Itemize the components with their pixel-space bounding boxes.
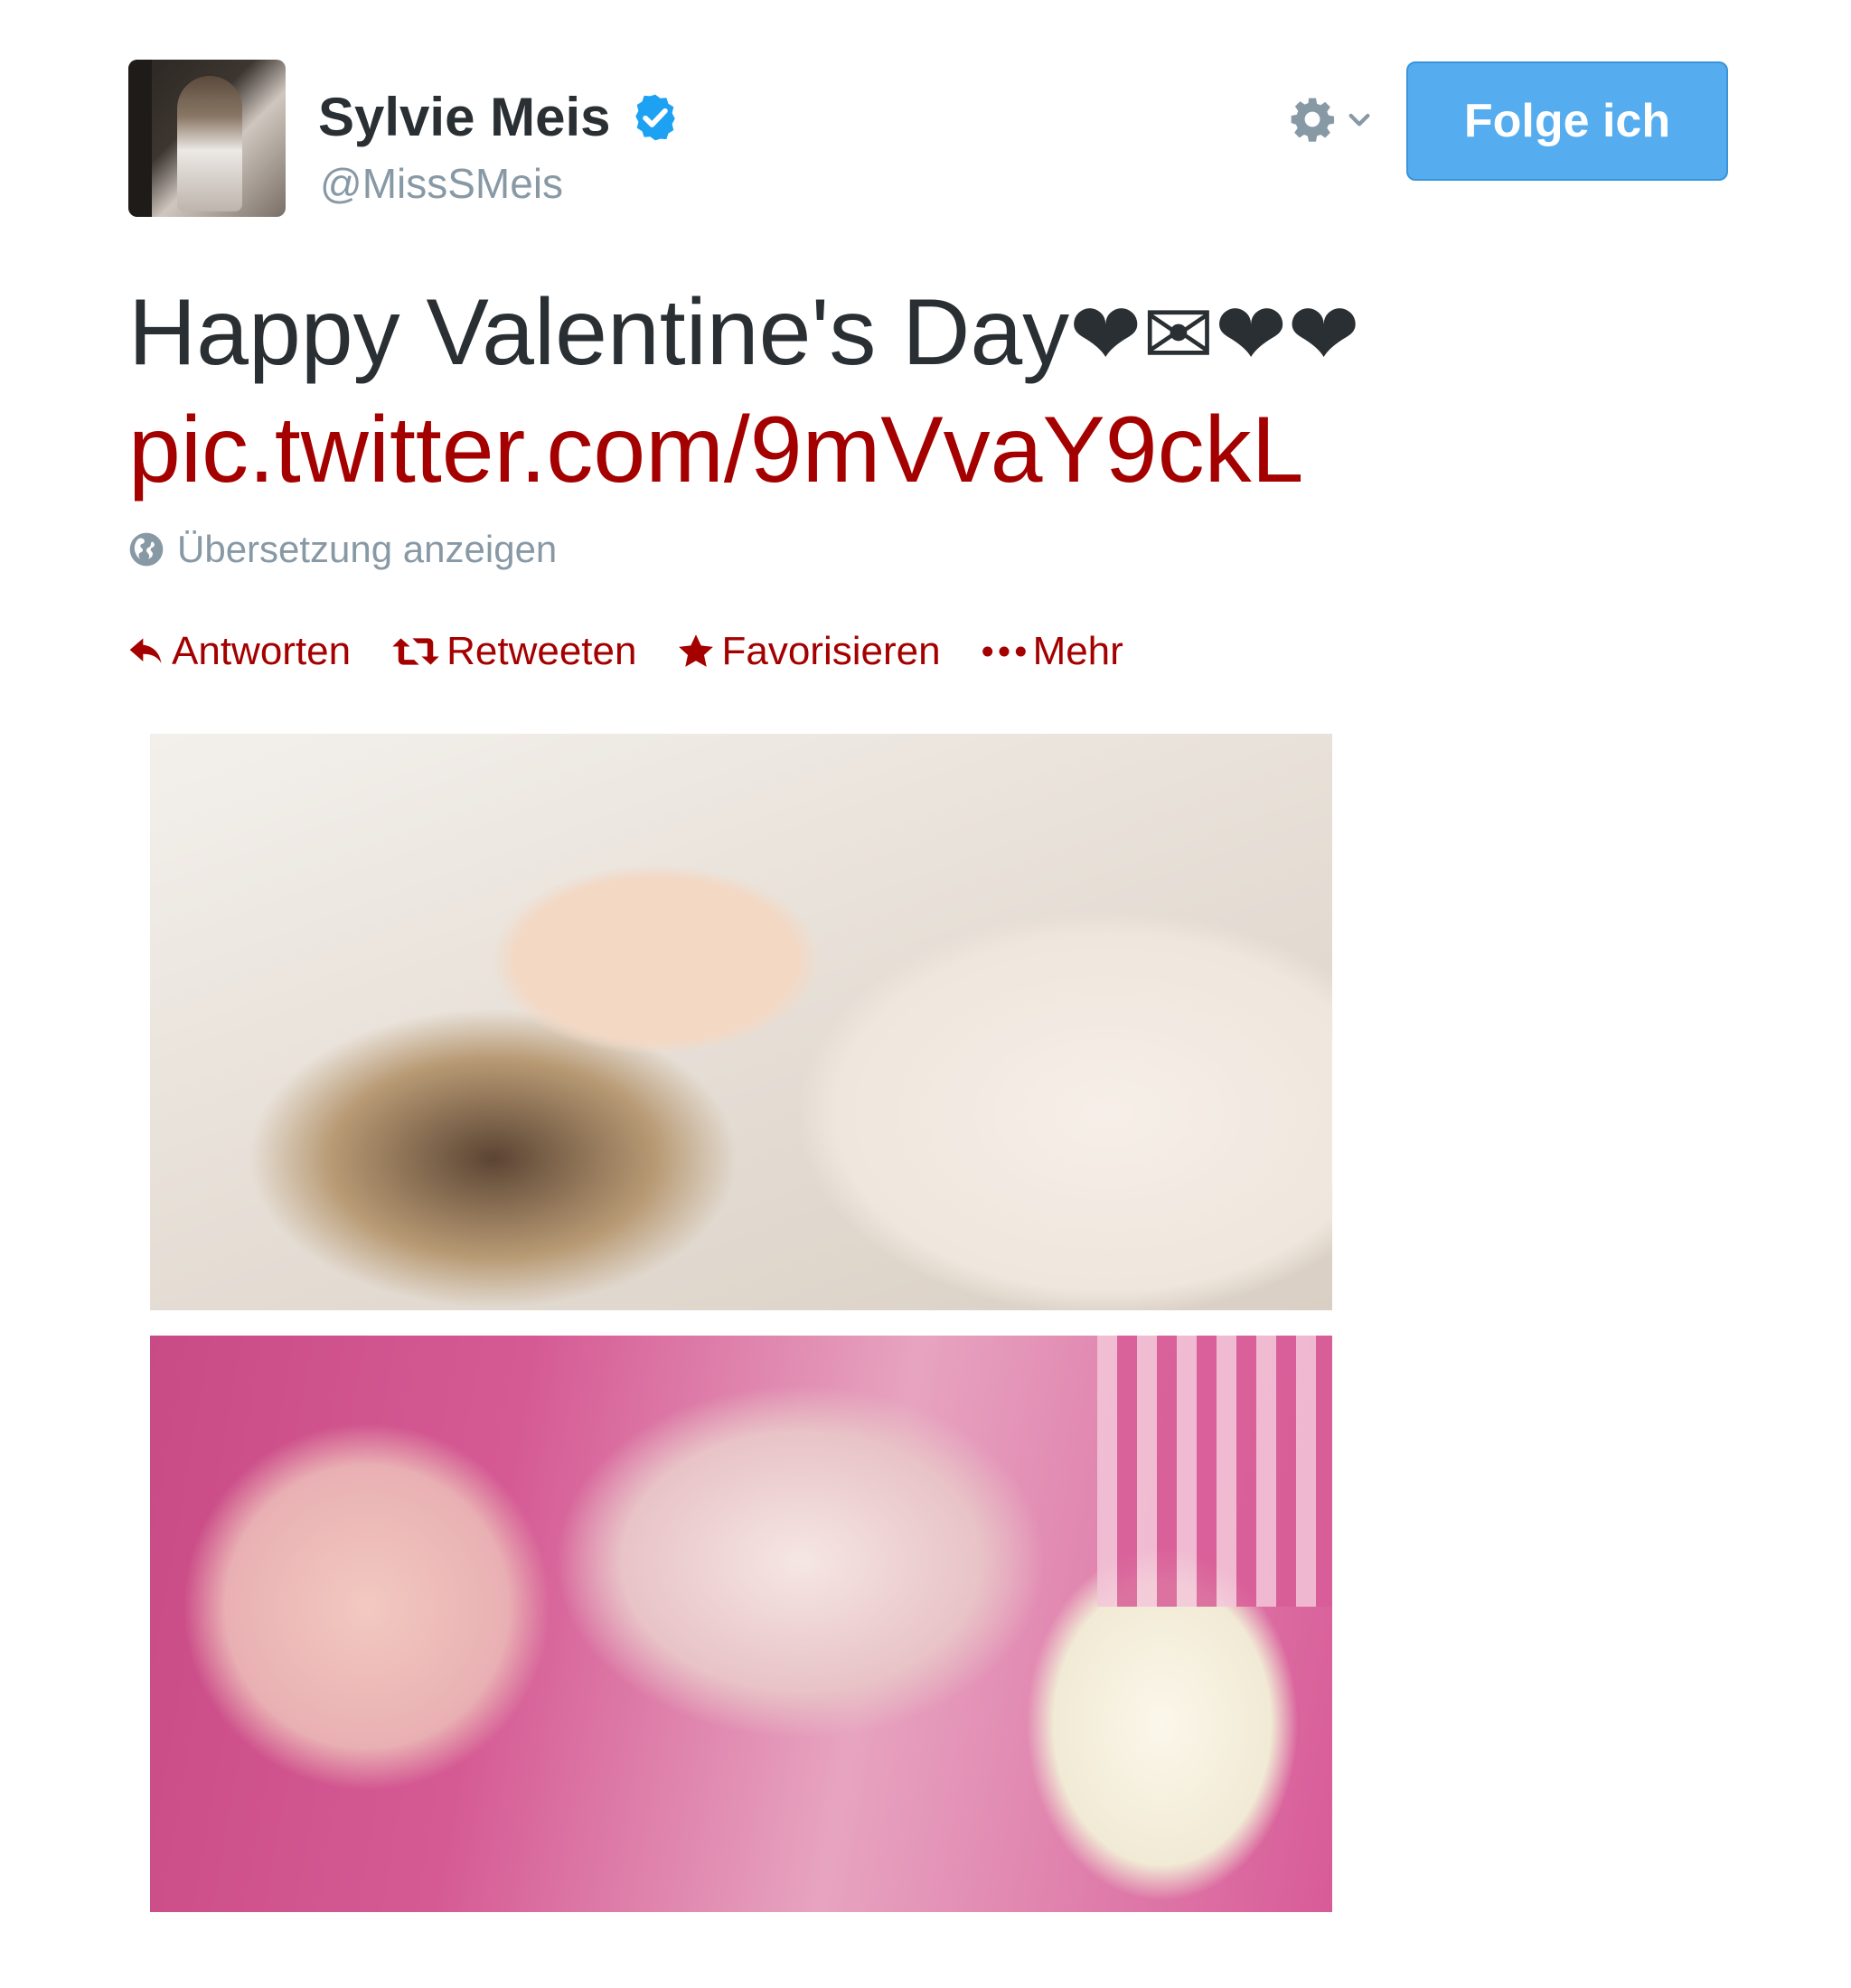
- reply-label: Antworten: [172, 629, 352, 673]
- display-name-text[interactable]: Sylvie Meis: [318, 85, 611, 150]
- more-dots-icon: [982, 646, 1026, 657]
- star-icon: [679, 634, 714, 667]
- translate-button[interactable]: Übersetzung anzeigen: [128, 528, 557, 571]
- tweet-actions: Antworten Retweeten Favorisieren Mehr: [127, 629, 1123, 674]
- retweet-icon: [392, 638, 439, 665]
- reply-button[interactable]: Antworten: [127, 629, 351, 674]
- more-button[interactable]: Mehr: [981, 629, 1123, 674]
- user-display-name[interactable]: Sylvie Meis: [318, 85, 681, 150]
- user-actions-menu[interactable]: [1287, 90, 1386, 148]
- avatar-background: [128, 60, 152, 217]
- tweet-emoji: ❤✉❤❤: [1069, 284, 1360, 385]
- gear-icon: [1291, 98, 1335, 142]
- translate-label: Übersetzung anzeigen: [177, 528, 558, 570]
- follow-button[interactable]: Folge ich: [1406, 61, 1728, 181]
- tweet-photo-1[interactable]: [150, 734, 1332, 1310]
- avatar[interactable]: [128, 60, 286, 217]
- favorite-label: Favorisieren: [721, 629, 941, 673]
- verified-badge-icon: [634, 94, 675, 141]
- tweet-text: Happy Valentine's Day❤✉❤❤: [128, 277, 1360, 390]
- favorite-button[interactable]: Favorisieren: [676, 629, 941, 674]
- chevron-down-icon: [1348, 113, 1370, 127]
- more-label: Mehr: [1032, 629, 1123, 673]
- tweet-photo-2[interactable]: [150, 1336, 1332, 1912]
- globe-icon: [129, 532, 164, 567]
- tweet-media-link[interactable]: pic.twitter.com/9mVvaY9ckL: [128, 394, 1303, 506]
- retweet-label: Retweeten: [446, 629, 637, 673]
- retweet-button[interactable]: Retweeten: [390, 629, 636, 674]
- photo-2-background-stripes: [1097, 1336, 1332, 1607]
- reply-icon: [129, 638, 162, 663]
- user-handle[interactable]: @MissSMeis: [320, 159, 563, 208]
- avatar-figure: [177, 76, 242, 211]
- tweet-text-content: Happy Valentine's Day: [128, 280, 1070, 385]
